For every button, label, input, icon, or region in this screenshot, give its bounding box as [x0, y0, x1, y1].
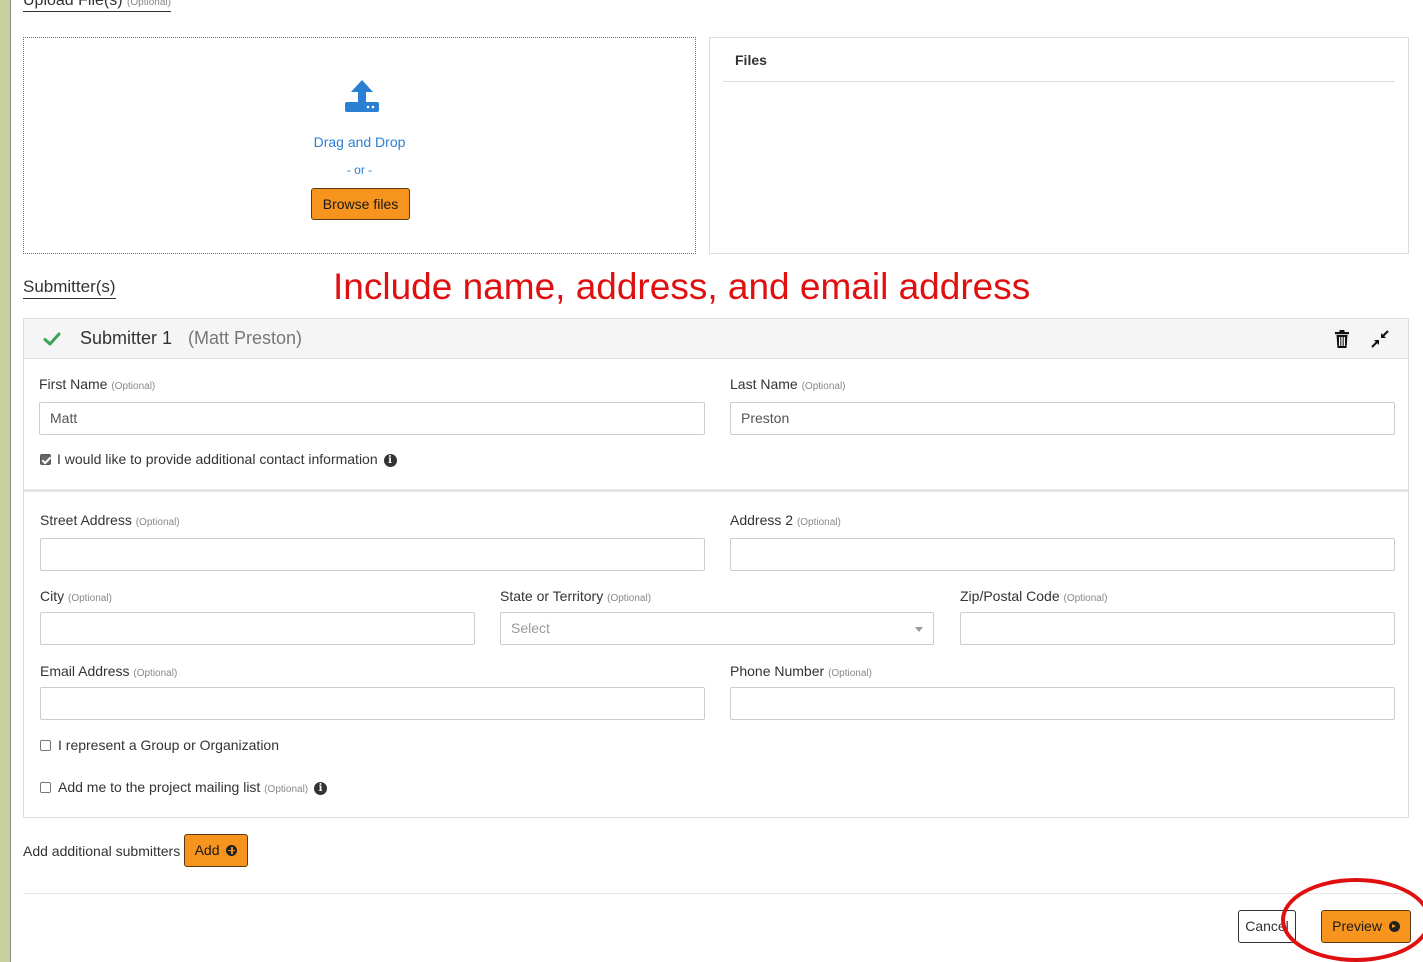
upload-heading: Upload File(s) (Optional)	[23, 0, 171, 12]
state-label-text: State or Territory	[500, 588, 604, 604]
page: Upload File(s) (Optional) Drag and Drop …	[10, 0, 1423, 962]
optional-text: (Optional)	[264, 784, 309, 795]
optional-text: (Optional)	[133, 668, 178, 679]
submitter-name: (Matt Preston)	[188, 328, 303, 348]
add-submitter-button[interactable]: Add	[184, 834, 248, 867]
optional-text: (Optional)	[801, 381, 846, 392]
compress-icon[interactable]	[1371, 330, 1389, 348]
submitters-heading: Submitter(s)	[23, 277, 116, 299]
add-button-label: Add	[194, 842, 220, 858]
email-label: Email Address (Optional)	[40, 663, 177, 679]
optional-text: (Optional)	[1063, 593, 1108, 604]
group-label: I represent a Group or Organization	[58, 737, 280, 753]
address2-label: Address 2 (Optional)	[730, 512, 841, 528]
additional-contact-section: Street Address (Optional) Address 2 (Opt…	[24, 489, 1408, 819]
upload-heading-text: Upload File(s)	[23, 0, 123, 9]
optional-text: (Optional)	[68, 593, 112, 604]
phone-input[interactable]	[730, 687, 1395, 720]
city-input[interactable]	[40, 612, 475, 645]
trash-icon[interactable]	[1335, 330, 1349, 348]
phone-label-text: Phone Number	[730, 663, 825, 679]
mailing-list-label: Add me to the project mailing list (Opti…	[58, 779, 328, 795]
state-select[interactable]: Select	[500, 612, 934, 645]
drag-and-drop-text: Drag and Drop	[313, 134, 406, 150]
arrow-circle-right-icon	[1388, 920, 1400, 932]
additional-contact-label: I would like to provide additional conta…	[57, 451, 397, 467]
zip-input[interactable]	[960, 612, 1395, 645]
last-name-label-text: Last Name	[730, 376, 798, 392]
city-label: City (Optional)	[40, 588, 112, 604]
optional-text: (Optional)	[828, 668, 872, 679]
preview-button-label: Preview	[1332, 918, 1382, 934]
chevron-down-icon	[915, 627, 923, 632]
add-submitters-text: Add additional submitters	[23, 843, 181, 859]
upload-icon	[345, 80, 379, 112]
zip-label: Zip/Postal Code (Optional)	[960, 588, 1107, 604]
files-divider	[723, 81, 1395, 82]
optional-text: (Optional)	[111, 381, 156, 392]
zip-label-text: Zip/Postal Code	[960, 588, 1060, 604]
optional-text: (Optional)	[135, 517, 180, 528]
first-name-label: First Name (Optional)	[39, 376, 155, 392]
email-input[interactable]	[40, 687, 705, 720]
check-icon	[43, 332, 61, 346]
email-label-text: Email Address	[40, 663, 130, 679]
info-icon[interactable]: i	[314, 781, 328, 795]
cancel-button[interactable]: Cancel	[1238, 910, 1296, 943]
optional-text: (Optional)	[607, 593, 652, 604]
files-title: Files	[735, 52, 767, 68]
preview-button[interactable]: Preview	[1321, 910, 1411, 943]
last-name-label: Last Name (Optional)	[730, 376, 846, 392]
state-select-value: Select	[511, 620, 550, 636]
footer-divider	[23, 893, 1411, 894]
city-label-text: City	[40, 588, 65, 604]
optional-text: (Optional)	[796, 517, 841, 528]
annotation-text: Include name, address, and email address	[333, 266, 1031, 307]
address2-input[interactable]	[730, 538, 1395, 571]
additional-contact-text: I would like to provide additional conta…	[57, 451, 378, 467]
mailing-list-checkbox[interactable]	[40, 782, 51, 793]
street-address-label-text: Street Address	[40, 512, 132, 528]
submitter-panel: Submitter 1 (Matt Preston) First Name (O…	[23, 318, 1409, 818]
additional-contact-checkbox[interactable]	[40, 454, 51, 465]
info-icon[interactable]: i	[383, 453, 397, 467]
state-label: State or Territory (Optional)	[500, 588, 651, 604]
plus-circle-icon	[226, 844, 238, 856]
first-name-input[interactable]: Matt	[39, 402, 705, 435]
last-name-input[interactable]: Preston	[730, 402, 1395, 435]
submitter-panel-header[interactable]: Submitter 1 (Matt Preston)	[24, 319, 1408, 359]
group-checkbox[interactable]	[40, 740, 51, 751]
browse-files-button[interactable]: Browse files	[311, 188, 410, 220]
submitter-title: Submitter 1	[80, 328, 173, 348]
or-text: - or -	[346, 163, 373, 177]
phone-label: Phone Number (Optional)	[730, 663, 872, 679]
files-panel: Files	[709, 37, 1409, 254]
first-name-label-text: First Name	[39, 376, 108, 392]
street-address-label: Street Address (Optional)	[40, 512, 180, 528]
file-dropzone[interactable]: Drag and Drop - or - Browse files	[23, 37, 696, 254]
street-address-input[interactable]	[40, 538, 705, 571]
address2-label-text: Address 2	[730, 512, 794, 528]
mailing-list-text: Add me to the project mailing list	[58, 779, 261, 795]
upload-optional-text: (Optional)	[127, 0, 171, 8]
